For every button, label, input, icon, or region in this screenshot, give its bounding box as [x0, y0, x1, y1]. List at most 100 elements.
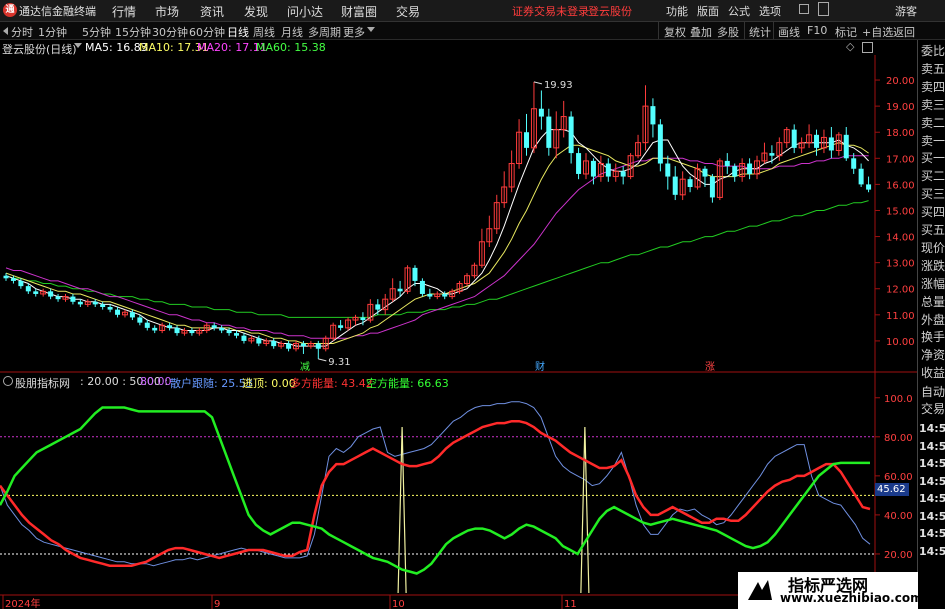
ma-info-bar: 登云股份(日线) MA5: 16.83 MA10: 17.31 MA20: 17… [0, 40, 875, 56]
candle-body [747, 163, 753, 174]
watermark-banner: 指标严选网 www.xuezhibiao.com [738, 572, 923, 609]
tool-multistock[interactable]: 多股 [717, 24, 739, 40]
menu-trade[interactable]: 交易 [396, 3, 420, 20]
time-axis-label: 10 [392, 599, 405, 609]
candle-body [524, 132, 530, 148]
side-panel-item[interactable]: 卖四 [921, 80, 945, 94]
window-icon[interactable] [818, 2, 829, 16]
side-panel-item[interactable]: 买三 [921, 187, 945, 201]
candle-body [843, 134, 849, 159]
menu-options[interactable]: 选项 [759, 3, 781, 19]
candle-body [48, 291, 54, 297]
indicator-settings-icon[interactable] [3, 376, 13, 386]
menu-formula[interactable]: 公式 [728, 3, 750, 19]
candle-body [129, 312, 135, 318]
side-panel-item[interactable]: 涨幅 [921, 277, 945, 291]
tool-overlay[interactable]: 叠加 [690, 24, 712, 40]
price-axis-label: 14.00 [886, 233, 915, 244]
tick-time: 14:56 [919, 527, 945, 540]
diamond-icon[interactable]: ◇ [846, 40, 854, 53]
chevron-down-icon[interactable] [74, 43, 82, 48]
side-panel-item[interactable]: 收益 [921, 366, 945, 380]
side-panel-item[interactable]: 自动 [921, 385, 945, 399]
toolbar-left-arrow-icon[interactable] [3, 27, 8, 35]
tool-drawline[interactable]: 画线 [778, 24, 800, 40]
menu-layout[interactable]: 版面 [697, 3, 719, 19]
side-panel-item[interactable]: 净资 [921, 348, 945, 362]
guest-label[interactable]: 游客 [895, 3, 917, 19]
side-panel-item[interactable]: 卖五 [921, 62, 945, 76]
period-30min[interactable]: 30分钟 [152, 24, 188, 40]
side-panel-item[interactable]: 涨跌 [921, 259, 945, 273]
side-panel-item[interactable]: 卖一 [921, 134, 945, 148]
menu-market[interactable]: 市场 [155, 3, 179, 20]
candle-body [174, 327, 180, 334]
side-panel-item[interactable]: 外盘 [921, 313, 945, 327]
price-chart[interactable]: 20.00 19.00 18.00 17.00 16.00 15.00 14.00 13.00… [0, 55, 917, 373]
tick-time: 14:56 [919, 439, 945, 453]
tick-time: 14:56 [919, 457, 945, 470]
tool-add-watchlist[interactable]: +自选 [862, 24, 893, 40]
menu-news[interactable]: 资讯 [200, 3, 224, 20]
period-more[interactable]: 更多 [343, 24, 365, 40]
candle-body [769, 153, 775, 156]
tool-mark[interactable]: 标记 [835, 24, 857, 40]
side-panel-item[interactable]: 买二 [921, 169, 945, 183]
login-notice[interactable]: 证券交易未登录 [512, 3, 589, 19]
candle-body [828, 137, 834, 151]
tick-time: 14:56 [919, 509, 945, 523]
candle-body [375, 304, 381, 310]
period-intraday[interactable]: 分时 [11, 24, 33, 40]
side-panel-item[interactable]: 卖三 [921, 98, 945, 112]
side-panel-item[interactable]: 买五 [921, 223, 945, 237]
event-marker: 涨 [705, 361, 715, 373]
period-1min[interactable]: 1分钟 [38, 24, 67, 40]
candle-body [167, 325, 173, 328]
side-panel-item[interactable]: 交易 [921, 402, 945, 416]
candle-body [25, 286, 31, 292]
period-weekly[interactable]: 周线 [253, 24, 275, 40]
retail-follow-label: 散户跟随: 25.53 [170, 377, 253, 390]
side-panel-item[interactable]: 现价 [921, 241, 945, 255]
price-axis-label: 18.00 [886, 128, 915, 139]
side-panel-item[interactable]: 买一 [921, 151, 945, 165]
side-panel-item[interactable]: 买四 [921, 205, 945, 219]
side-panel-item[interactable]: 总量 [921, 295, 945, 309]
more-dropdown-icon[interactable] [367, 27, 375, 32]
period-5min[interactable]: 5分钟 [82, 24, 111, 40]
menu-function[interactable]: 功能 [666, 3, 688, 19]
maximize-icon[interactable] [862, 42, 873, 53]
candle-body [100, 304, 106, 307]
candle-body [55, 296, 61, 300]
candle-body [211, 325, 217, 328]
side-panel-item[interactable]: 委比 [921, 44, 945, 58]
candle-body [189, 330, 195, 334]
candle-body [18, 280, 24, 287]
indicator-axis-label: 100.0 [884, 394, 913, 405]
tool-back[interactable]: 返回 [893, 24, 915, 40]
period-multi[interactable]: 多周期 [308, 24, 341, 40]
tool-f10[interactable]: F10 [807, 24, 827, 37]
side-panel-item[interactable]: 卖二 [921, 116, 945, 130]
period-monthly[interactable]: 月线 [281, 24, 303, 40]
price-axis-label: 12.00 [886, 285, 915, 296]
candle-body [858, 168, 864, 185]
period-15min[interactable]: 15分钟 [115, 24, 151, 40]
bull-energy-label: 多方能量: 43.42 [290, 377, 373, 390]
menu-ask[interactable]: 问小达 [287, 3, 323, 20]
tool-adjust[interactable]: 复权 [664, 24, 686, 40]
period-60min[interactable]: 60分钟 [189, 24, 225, 40]
time-axis-label: 11 [564, 599, 577, 609]
window-restore-icon[interactable] [799, 4, 809, 14]
menu-wealth[interactable]: 财富圈 [341, 3, 377, 20]
candle-body [590, 160, 596, 177]
menu-quotes[interactable]: 行情 [112, 3, 136, 20]
price-axis-label: 15.00 [886, 206, 915, 217]
period-daily[interactable]: 日线 [227, 24, 249, 40]
indicator-name[interactable]: 股朋指标网 [15, 375, 70, 391]
candle-body [92, 301, 98, 305]
side-panel-item[interactable]: 换手 [921, 330, 945, 344]
tool-stats[interactable]: 统计 [749, 24, 771, 40]
divider [773, 22, 774, 39]
menu-discover[interactable]: 发现 [244, 3, 268, 20]
